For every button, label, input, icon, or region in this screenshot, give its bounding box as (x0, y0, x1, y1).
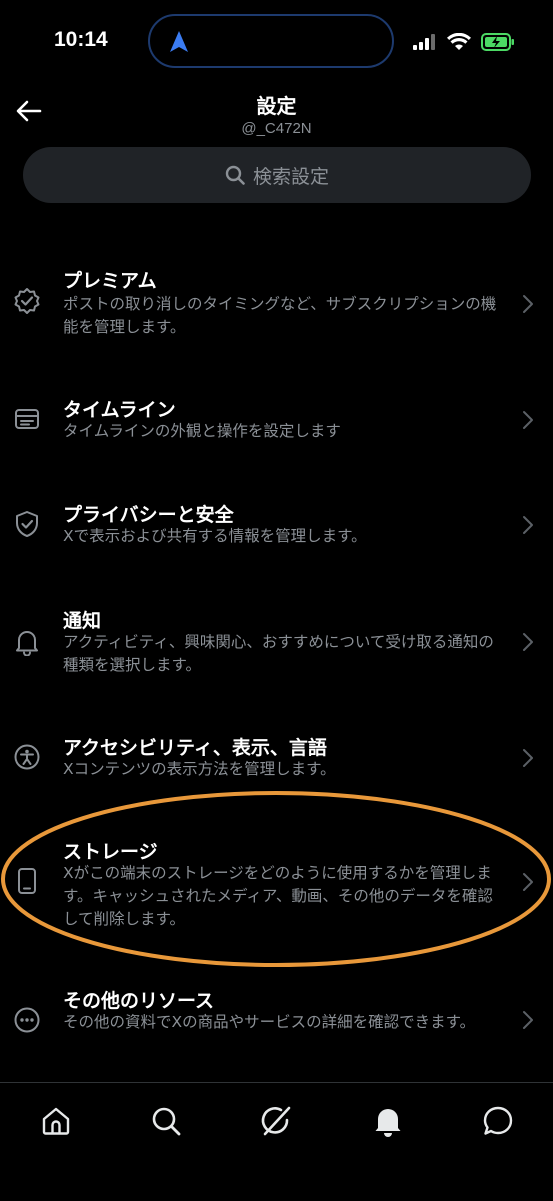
bell-icon (375, 1109, 401, 1137)
item-description: Xがこの端末のストレージをどのように使用するかを管理します。キャッシュされたメデ… (63, 864, 493, 928)
item-description: Xコンテンツの表示方法を管理します。 (63, 760, 336, 778)
chevron-right-icon (523, 1011, 533, 1029)
chevron-right-icon (523, 873, 533, 891)
item-title: ストレージ (63, 841, 158, 863)
chevron-right-icon (523, 411, 533, 429)
settings-item-accessibility[interactable]: アクセシビリティ、表示、言語 Xコンテンツの表示方法を管理します。 (0, 730, 553, 786)
chevron-right-icon (523, 516, 533, 534)
item-description: タイムラインの外観と操作を設定します (63, 422, 341, 440)
device-icon (12, 866, 42, 896)
bell-icon (12, 627, 42, 657)
item-description: アクティビティ、興味関心、おすすめについて受け取る通知の種類を選択します。 (63, 633, 494, 674)
nav-messages[interactable] (478, 1101, 518, 1141)
status-icons (413, 30, 515, 54)
search-icon (225, 165, 245, 185)
item-title: 通知 (63, 610, 102, 632)
nav-grok[interactable] (256, 1101, 296, 1141)
chevron-right-icon (523, 749, 533, 767)
settings-item-other-resources[interactable]: その他のリソース その他の資料でXの商品やサービスの詳細を確認できます。 (0, 985, 553, 1057)
item-description: その他の資料でXの商品やサービスの詳細を確認できます。 (63, 1013, 476, 1031)
search-settings-input[interactable]: 検索設定 (23, 147, 531, 203)
chevron-right-icon (523, 295, 533, 313)
nav-notifications[interactable] (368, 1101, 408, 1141)
timeline-icon (12, 404, 42, 434)
settings-item-premium[interactable]: プレミアム ポストの取り消しのタイミングなど、サブスクリプションの機能を管理しま… (0, 262, 553, 344)
status-bar: 10:14 (0, 0, 553, 80)
item-title: タイムライン (63, 399, 176, 421)
item-title: プライバシーと安全 (63, 504, 234, 526)
item-title: その他のリソース (63, 990, 215, 1012)
grok-icon (261, 1106, 291, 1136)
account-handle: @_C472N (241, 120, 312, 137)
item-description: Xで表示および共有する情報を管理します。 (63, 527, 367, 545)
bottom-nav-bar (0, 1082, 553, 1201)
settings-item-privacy-safety[interactable]: プライバシーと安全 Xで表示および共有する情報を管理します。 (0, 497, 553, 553)
page-title: 設定 (256, 94, 297, 118)
item-title: アクセシビリティ、表示、言語 (63, 737, 327, 759)
nav-home[interactable] (36, 1101, 76, 1141)
dynamic-island (148, 14, 394, 68)
search-placeholder: 検索設定 (252, 165, 329, 188)
chat-bubble-icon (483, 1106, 513, 1135)
search-icon (152, 1107, 181, 1136)
wifi-icon (447, 33, 471, 50)
chevron-right-icon (523, 633, 533, 651)
more-circle-icon (12, 1005, 42, 1035)
accessibility-icon (12, 742, 42, 772)
settings-item-notifications[interactable]: 通知 アクティビティ、興味関心、おすすめについて受け取る通知の種類を選択します。 (0, 603, 553, 685)
status-time: 10:14 (54, 28, 108, 51)
battery-charging-icon (481, 33, 514, 51)
verified-badge-icon (12, 286, 42, 316)
item-description: ポストの取り消しのタイミングなど、サブスクリプションの機能を管理します。 (63, 295, 497, 336)
header: 設定 @_C472N (0, 82, 553, 140)
cellular-signal-icon (413, 34, 435, 50)
home-icon (42, 1107, 70, 1135)
item-title: プレミアム (63, 270, 157, 292)
nav-search[interactable] (146, 1101, 186, 1141)
shield-icon (12, 509, 42, 539)
settings-item-timeline[interactable]: タイムライン タイムラインの外観と操作を設定します (0, 392, 553, 448)
location-arrow-icon (170, 31, 188, 52)
settings-item-storage[interactable]: ストレージ Xがこの端末のストレージをどのように使用するかを管理します。キャッシ… (0, 836, 553, 928)
